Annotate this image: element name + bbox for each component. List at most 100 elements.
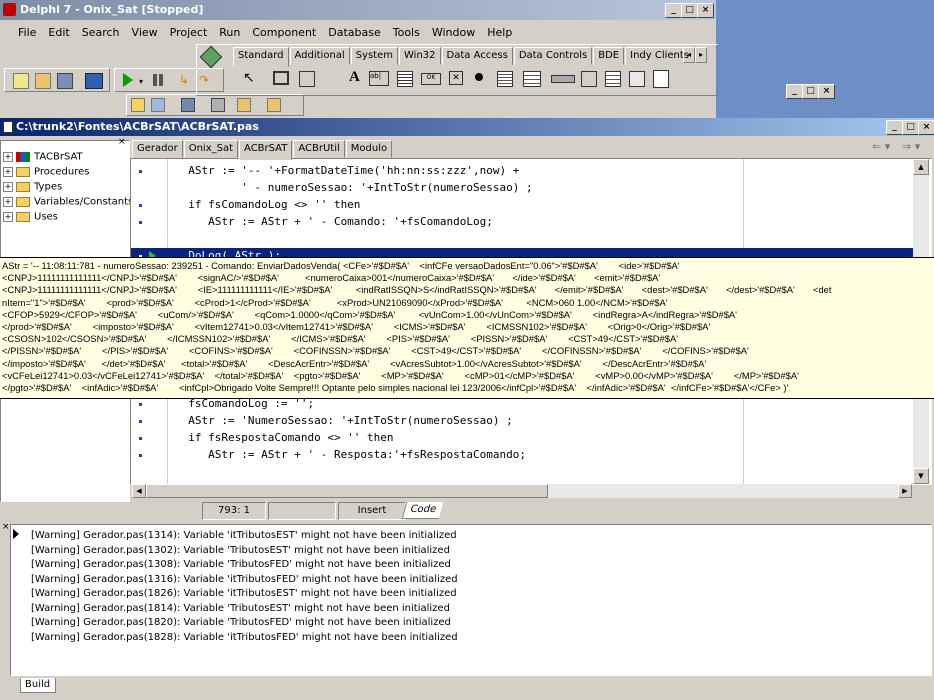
tree-item[interactable]: + Types bbox=[3, 179, 129, 194]
palette-scroll-right[interactable]: ▸ bbox=[695, 47, 707, 63]
new-form-icon[interactable] bbox=[211, 98, 225, 112]
menu-item-help[interactable]: Help bbox=[481, 24, 518, 42]
actionlist-icon[interactable] bbox=[653, 70, 669, 88]
scrollbar-icon[interactable] bbox=[551, 75, 575, 83]
combobox-icon[interactable] bbox=[523, 71, 541, 87]
tree-item[interactable]: + Procedures bbox=[3, 164, 129, 179]
new-icon[interactable] bbox=[13, 73, 29, 89]
explorer-close-icon[interactable]: × bbox=[118, 137, 126, 147]
palette-scroll-left[interactable]: ◂ bbox=[683, 47, 695, 63]
open-icon[interactable] bbox=[35, 73, 51, 89]
breakpoint-dot-icon[interactable] bbox=[139, 403, 142, 406]
save-icon[interactable] bbox=[57, 73, 73, 89]
editor-minimize-button[interactable]: _ bbox=[886, 120, 903, 135]
menu-item-edit[interactable]: Edit bbox=[42, 24, 75, 42]
editor-tab-modulo[interactable]: Modulo bbox=[345, 140, 393, 158]
run-dropdown-icon[interactable]: ▾ bbox=[139, 77, 143, 86]
edit-icon[interactable]: ab| bbox=[369, 71, 389, 86]
editor-tab-acbrsat[interactable]: ACBrSAT bbox=[239, 140, 293, 160]
menu-item-component[interactable]: Component bbox=[246, 24, 322, 42]
menu-item-database[interactable]: Database bbox=[322, 24, 387, 42]
breakpoint-dot-icon[interactable] bbox=[139, 437, 142, 440]
view-unit-icon[interactable] bbox=[131, 98, 145, 112]
menu-item-file[interactable]: File bbox=[12, 24, 42, 42]
menu-item-run[interactable]: Run bbox=[213, 24, 246, 42]
tree-item[interactable]: + TACBrSAT bbox=[3, 149, 129, 164]
palette-tab-system[interactable]: System bbox=[350, 47, 398, 65]
palette-tab-bde[interactable]: BDE bbox=[593, 47, 625, 65]
message-item[interactable]: [Warning] Gerador.pas(1314): Variable 'i… bbox=[31, 529, 458, 544]
menu-item-window[interactable]: Window bbox=[426, 24, 481, 42]
nav-forward-icon[interactable]: ⇒ ▾ bbox=[902, 140, 920, 153]
radiobutton-icon[interactable] bbox=[475, 73, 483, 81]
ide-maximize-button[interactable]: □ bbox=[681, 3, 698, 18]
breakpoint-dot-icon[interactable] bbox=[139, 170, 142, 173]
message-item[interactable]: [Warning] Gerador.pas(1826): Variable 'i… bbox=[31, 587, 458, 602]
palette-tab-win32[interactable]: Win32 bbox=[399, 47, 441, 65]
message-item[interactable]: [Warning] Gerador.pas(1814): Variable 'T… bbox=[31, 602, 458, 617]
checkbox-icon[interactable]: ✕ bbox=[449, 71, 463, 85]
mainmenu-icon[interactable] bbox=[273, 71, 289, 85]
message-item[interactable]: [Warning] Gerador.pas(1820): Variable 'T… bbox=[31, 616, 458, 631]
expand-icon[interactable]: + bbox=[3, 152, 13, 162]
menu-item-project[interactable]: Project bbox=[164, 24, 214, 42]
panel-icon[interactable] bbox=[629, 71, 645, 87]
message-item[interactable]: [Warning] Gerador.pas(1302): Variable 'T… bbox=[31, 544, 458, 559]
radiogroup-icon[interactable] bbox=[605, 71, 621, 87]
pause-icon[interactable] bbox=[153, 74, 157, 86]
trace-into-icon[interactable]: ↳ bbox=[179, 73, 189, 87]
memo-icon[interactable] bbox=[397, 71, 413, 87]
messages-list[interactable]: [Warning] Gerador.pas(1314): Variable 'i… bbox=[10, 524, 932, 676]
scroll-thumb[interactable] bbox=[146, 484, 548, 498]
editor-tab-gerador[interactable]: Gerador bbox=[132, 140, 183, 158]
scroll-up-button[interactable]: ▲ bbox=[913, 159, 929, 175]
nav-back-icon[interactable]: ⇐ ▾ bbox=[872, 140, 890, 153]
toggle-icon[interactable] bbox=[181, 98, 195, 112]
menu-item-search[interactable]: Search bbox=[76, 24, 126, 42]
message-item[interactable]: [Warning] Gerador.pas(1828): Variable 'i… bbox=[31, 631, 458, 646]
button-icon[interactable]: OK bbox=[421, 73, 441, 85]
expand-icon[interactable]: + bbox=[3, 167, 13, 177]
palette-tab-standard[interactable]: Standard bbox=[233, 47, 289, 67]
build-tab[interactable]: Build bbox=[20, 678, 56, 693]
breakpoint-dot-icon[interactable] bbox=[139, 204, 142, 207]
message-item[interactable]: [Warning] Gerador.pas(1316): Variable 'i… bbox=[31, 573, 458, 588]
editor-tab-acbrutil[interactable]: ACBrUtil bbox=[293, 140, 345, 158]
editor-tab-onix_sat[interactable]: Onix_Sat bbox=[183, 140, 239, 158]
bg-minimize-button[interactable]: _ bbox=[786, 84, 803, 99]
pointer-icon[interactable]: ↖ bbox=[243, 70, 255, 86]
expand-icon[interactable]: + bbox=[3, 197, 13, 207]
ide-close-button[interactable]: × bbox=[697, 3, 714, 18]
bg-close-button[interactable]: × bbox=[818, 84, 835, 99]
save-all-icon[interactable] bbox=[267, 98, 281, 112]
palette-tab-data-access[interactable]: Data Access bbox=[441, 47, 513, 65]
code-view-tab[interactable]: Code bbox=[401, 502, 444, 519]
scroll-down-button[interactable]: ▼ bbox=[913, 468, 929, 484]
ide-minimize-button[interactable]: _ bbox=[665, 3, 682, 18]
bg-maximize-button[interactable]: □ bbox=[802, 84, 819, 99]
groupbox-icon[interactable] bbox=[581, 71, 597, 87]
open-project-icon[interactable] bbox=[237, 98, 251, 112]
editor-restore-button[interactable]: □ bbox=[902, 120, 919, 135]
breakpoint-dot-icon[interactable] bbox=[139, 221, 142, 224]
palette-gear-icon[interactable] bbox=[199, 45, 223, 69]
editor-close-button[interactable]: × bbox=[918, 120, 934, 135]
view-form-icon[interactable] bbox=[151, 98, 165, 112]
messages-close-icon[interactable]: × bbox=[2, 522, 10, 532]
breakpoint-dot-icon[interactable] bbox=[139, 454, 142, 457]
tree-item[interactable]: + Uses bbox=[3, 209, 129, 224]
run-icon[interactable] bbox=[123, 73, 133, 87]
listbox-icon[interactable] bbox=[497, 71, 513, 87]
menu-item-view[interactable]: View bbox=[126, 24, 164, 42]
horizontal-scrollbar[interactable]: ◀ ▶ bbox=[132, 484, 912, 498]
popupmenu-icon[interactable] bbox=[299, 71, 315, 87]
scroll-right-button[interactable]: ▶ bbox=[898, 484, 912, 498]
menu-item-tools[interactable]: Tools bbox=[387, 24, 426, 42]
breakpoint-dot-icon[interactable] bbox=[139, 420, 142, 423]
message-item[interactable]: [Warning] Gerador.pas(1308): Variable 'T… bbox=[31, 558, 458, 573]
scroll-left-button[interactable]: ◀ bbox=[132, 484, 146, 498]
tree-item[interactable]: + Variables/Constants bbox=[3, 194, 133, 209]
expand-icon[interactable]: + bbox=[3, 182, 13, 192]
palette-tab-data-controls[interactable]: Data Controls bbox=[513, 47, 593, 65]
form-icon[interactable] bbox=[85, 73, 103, 89]
